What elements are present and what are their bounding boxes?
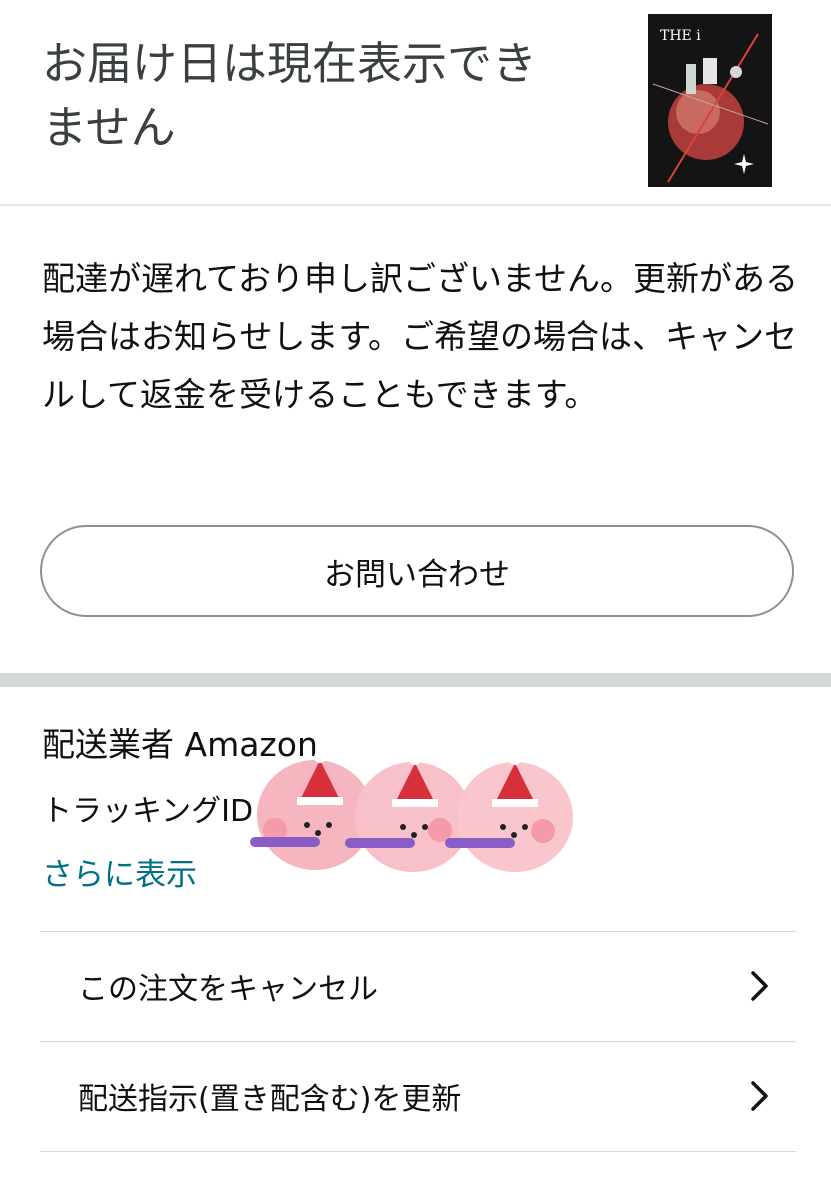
update-delivery-instructions-row[interactable]: 配送指示(置き配含む)を更新: [40, 1041, 796, 1151]
section-divider-thick: [0, 673, 831, 687]
status-title: お届け日は現在表示できません: [42, 37, 538, 154]
section-divider: [0, 204, 831, 206]
list-divider: [40, 1151, 796, 1152]
cancel-order-row[interactable]: この注文をキャンセル: [40, 931, 796, 1041]
update-delivery-instructions-label: 配送指示(置き配含む)を更新: [78, 1082, 462, 1117]
tracking-id-label: トラッキングID: [42, 794, 254, 829]
cover-text: THE i: [660, 28, 701, 44]
contact-button[interactable]: お問い合わせ: [40, 525, 794, 617]
chevron-right-icon: [751, 1081, 768, 1111]
sticker-overlay: [250, 751, 573, 872]
cat-sticker-icon: [250, 751, 373, 870]
show-more-link[interactable]: さらに表示: [42, 852, 197, 898]
album-cover-image: THE i: [648, 14, 772, 187]
delay-message: 配達が遅れており申し訳ございません。更新がある場合はお知らせします。ご希望の場合…: [42, 259, 799, 414]
cat-sticker-icon: [345, 753, 471, 872]
cancel-order-label: この注文をキャンセル: [78, 972, 378, 1007]
cat-sticker-icon: [445, 753, 573, 872]
product-thumbnail[interactable]: THE i: [648, 14, 772, 187]
chevron-right-icon: [751, 971, 768, 1001]
